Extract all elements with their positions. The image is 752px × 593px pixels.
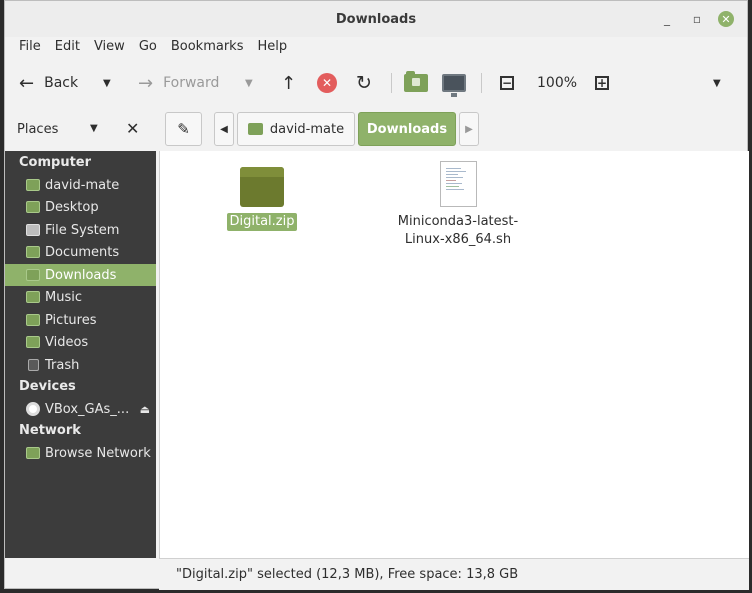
sidebar-item-trash[interactable]: Trash xyxy=(5,354,156,376)
places-header: Places ▼ ✕ xyxy=(5,107,156,151)
sidebar-item-browse-network[interactable]: Browse Network xyxy=(5,442,156,464)
stop-icon: ✕ xyxy=(317,73,337,93)
crumb-david-mate[interactable]: david-mate xyxy=(237,112,355,146)
menu-bar: File Edit View Go Bookmarks Help xyxy=(5,37,747,59)
forward-label: Forward xyxy=(163,75,220,91)
sidebar-item-david-mate[interactable]: david-mate xyxy=(5,174,156,196)
toolbar-separator xyxy=(391,73,392,93)
sidebar-item-downloads[interactable]: Downloads xyxy=(5,264,156,286)
file-name: Miniconda3-latest-Linux-x86_64.sh xyxy=(397,214,519,247)
file-manager-window: Downloads _ ▫ ✕ File Edit View Go Bookma… xyxy=(4,0,749,590)
network-icon xyxy=(26,447,40,459)
toolbar-separator xyxy=(481,73,482,93)
menu-go[interactable]: Go xyxy=(132,37,164,59)
home-button[interactable] xyxy=(404,69,428,97)
computer-button[interactable] xyxy=(442,69,466,97)
home-folder-icon xyxy=(404,71,428,92)
zoom-out-button[interactable]: − xyxy=(500,69,514,97)
sidebar-item-music[interactable]: Music xyxy=(5,286,156,308)
toolbar: ← Back ▼ → Forward ▼ ↑ ✕ ↻ − 100% + ▼ xyxy=(5,61,747,105)
chevron-down-icon: ▼ xyxy=(713,77,721,89)
title-bar: Downloads _ ▫ ✕ xyxy=(5,1,747,37)
stop-button[interactable]: ✕ xyxy=(317,69,337,97)
sidebar-section-devices: Devices xyxy=(19,379,76,394)
file-view[interactable]: Digital.zip Miniconda3-latest-Linux-x86_… xyxy=(159,151,749,558)
chevron-down-icon: ▼ xyxy=(245,77,253,89)
menu-help[interactable]: Help xyxy=(250,37,294,59)
sidebar-item-videos[interactable]: Videos xyxy=(5,331,156,353)
script-file-icon xyxy=(439,161,477,207)
crumb-label: david-mate xyxy=(269,121,345,137)
sidebar-item-desktop[interactable]: Desktop xyxy=(5,196,156,218)
menu-view[interactable]: View xyxy=(87,37,132,59)
file-name: Digital.zip xyxy=(226,213,298,231)
places-label: Places xyxy=(17,122,59,137)
computer-icon xyxy=(442,74,466,97)
breadcrumb-right-button[interactable]: ▶ xyxy=(459,112,479,146)
reload-button[interactable]: ↻ xyxy=(356,69,372,97)
menu-edit[interactable]: Edit xyxy=(48,37,87,59)
home-folder-icon xyxy=(26,179,40,191)
archive-icon xyxy=(240,167,284,207)
disc-icon xyxy=(26,402,40,416)
crumb-downloads[interactable]: Downloads xyxy=(358,112,456,146)
minimize-button[interactable]: _ xyxy=(659,11,675,27)
forward-arrow-icon: → xyxy=(138,72,154,94)
pictures-folder-icon xyxy=(26,314,40,326)
edit-location-button[interactable]: ✎ xyxy=(165,112,202,146)
documents-folder-icon xyxy=(26,246,40,258)
chevron-down-icon: ▼ xyxy=(103,77,111,89)
desktop-folder-icon xyxy=(26,201,40,213)
back-arrow-icon: ← xyxy=(19,72,35,94)
downloads-folder-icon xyxy=(26,269,40,281)
menu-file[interactable]: File xyxy=(12,37,48,59)
eject-icon[interactable]: ⏏ xyxy=(140,403,150,416)
breadcrumb-left-button[interactable]: ◀ xyxy=(214,112,234,146)
sidebar-item-documents[interactable]: Documents xyxy=(5,241,156,263)
crumb-label: Downloads xyxy=(366,121,448,137)
sidebar-item-pictures[interactable]: Pictures xyxy=(5,309,156,331)
file-item-miniconda-sh[interactable]: Miniconda3-latest-Linux-x86_64.sh xyxy=(393,151,523,249)
file-item-digital-zip[interactable]: Digital.zip xyxy=(197,151,327,231)
close-window-button[interactable]: ✕ xyxy=(718,11,734,27)
sidebar-item-vbox-gas[interactable]: VBox_GAs_... ⏏ xyxy=(5,398,156,420)
window-title: Downloads xyxy=(335,12,417,27)
forward-history-dropdown[interactable]: ▼ xyxy=(245,69,253,97)
chevron-right-icon: ▶ xyxy=(465,123,473,135)
zoom-out-icon: − xyxy=(500,76,514,90)
back-history-dropdown[interactable]: ▼ xyxy=(103,69,111,97)
sidebar: Computer david-mate Desktop File System … xyxy=(5,151,156,558)
drive-icon xyxy=(26,224,40,236)
forward-button[interactable]: → Forward xyxy=(138,69,219,97)
trash-icon xyxy=(28,359,39,371)
zoom-in-icon: + xyxy=(595,76,609,90)
music-folder-icon xyxy=(26,291,40,303)
pencil-icon: ✎ xyxy=(177,120,190,138)
zoom-level: 100% xyxy=(537,75,578,91)
status-text: "Digital.zip" selected (12,3 MB), Free s… xyxy=(176,567,519,582)
back-label: Back xyxy=(44,75,79,91)
up-arrow-icon: ↑ xyxy=(281,72,297,94)
close-sidebar-button[interactable]: ✕ xyxy=(126,119,139,138)
sidebar-section-network: Network xyxy=(19,423,81,438)
sidebar-item-file-system[interactable]: File System xyxy=(5,219,156,241)
reload-icon: ↻ xyxy=(356,72,372,94)
home-folder-icon xyxy=(247,123,263,135)
status-bar: "Digital.zip" selected (12,3 MB), Free s… xyxy=(159,558,749,590)
menu-bookmarks[interactable]: Bookmarks xyxy=(164,37,251,59)
places-dropdown[interactable]: ▼ xyxy=(90,123,98,134)
zoom-in-button[interactable]: + xyxy=(595,69,609,97)
up-button[interactable]: ↑ xyxy=(281,69,296,97)
maximize-button[interactable]: ▫ xyxy=(689,11,705,27)
chevron-left-icon: ◀ xyxy=(220,123,228,135)
videos-folder-icon xyxy=(26,336,40,348)
sidebar-section-computer: Computer xyxy=(19,155,92,170)
back-button[interactable]: ← Back xyxy=(19,69,78,97)
toolbar-menu-dropdown[interactable]: ▼ xyxy=(713,69,721,97)
breadcrumb: ✎ ◀ david-mate Downloads ▶ xyxy=(159,107,749,151)
